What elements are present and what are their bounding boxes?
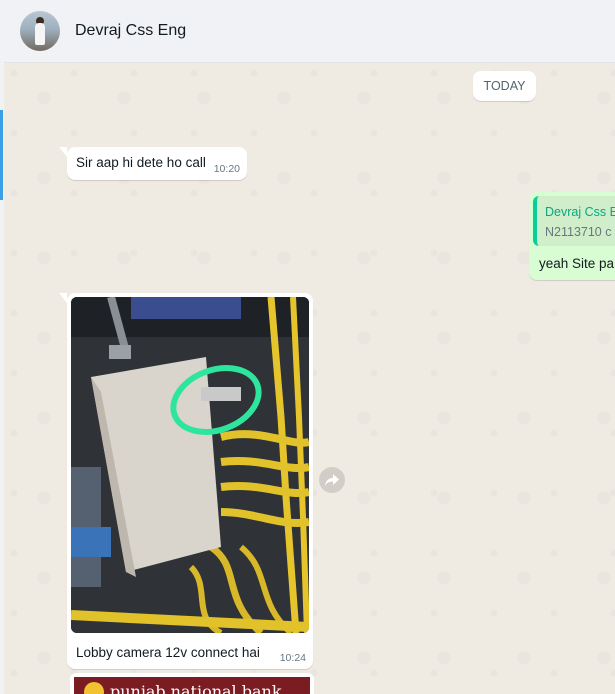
bank-logo	[84, 682, 104, 694]
avatar[interactable]	[20, 11, 60, 51]
photo-content	[71, 297, 309, 633]
photo-banner-text: punjab national bank	[110, 682, 282, 694]
incoming-image-message[interactable]: punjab national bank	[70, 673, 314, 694]
forward-button[interactable]	[319, 467, 345, 493]
quoted-sender: Devraj Css Eng	[545, 205, 615, 219]
chat-header: Devraj Css Eng	[4, 0, 615, 63]
message-text: yeah Site pa	[539, 256, 615, 271]
outgoing-message[interactable]: Devraj Css Eng N2113710 c yeah Site pa	[529, 192, 615, 280]
incoming-message[interactable]: Sir aap hi dete ho call 10:20	[59, 147, 247, 180]
message-photo[interactable]	[71, 297, 309, 633]
incoming-image-message[interactable]: Lobby camera 12v connect hai 10:24	[59, 293, 313, 669]
forward-arrow-icon	[325, 474, 339, 486]
chat-area[interactable]: TODAY Sir aap hi dete ho call 10:20 Devr…	[4, 63, 615, 694]
message-time: 10:24	[279, 652, 306, 664]
quoted-message[interactable]: Devraj Css Eng N2113710 c	[533, 196, 615, 246]
date-chip: TODAY	[473, 71, 536, 101]
message-text: Sir aap hi dete ho call	[76, 155, 206, 170]
image-caption: Lobby camera 12v connect hai	[76, 645, 260, 660]
left-edge-accent	[0, 110, 3, 200]
quoted-text: N2113710 c	[545, 225, 612, 239]
message-photo[interactable]: punjab national bank	[74, 677, 310, 694]
message-time: 10:20	[213, 163, 240, 175]
contact-name[interactable]: Devraj Css Eng	[75, 22, 186, 40]
avatar-figure	[35, 23, 45, 45]
